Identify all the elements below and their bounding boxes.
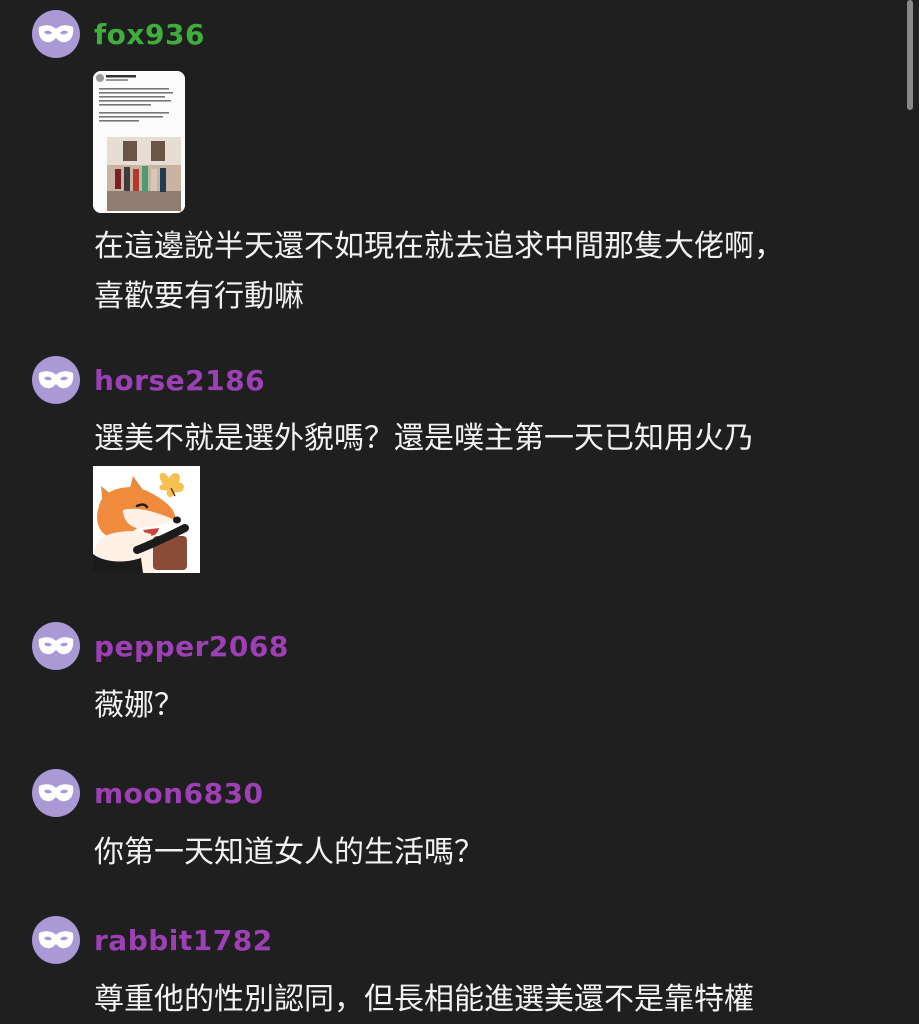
mask-icon [38,637,74,655]
comment-thread: fox936 在這邊說半天還不如現在就去追求中間那隻大佬啊， 喜歡要有行動嘛 h… [0,0,919,1024]
username[interactable]: moon6830 [94,777,264,811]
avatar[interactable] [32,10,80,58]
avatar[interactable] [32,356,80,404]
avatar[interactable] [32,769,80,817]
username[interactable]: fox936 [94,18,205,52]
comment-item: pepper2068 薇娜？ [0,618,900,748]
tweet-screenshot-image [93,71,185,213]
fox-sticker-image [93,466,200,573]
mask-icon [38,371,74,389]
comment-text: 尊重他的性別認同，但長相能進選美還不是靠特權 [94,982,754,1017]
comment-item: moon6830 你第一天知道女人的生活嗎？ [0,765,900,895]
comment-item: rabbit1782 尊重他的性別認同，但長相能進選美還不是靠特權 [0,912,900,1024]
comment-text: 薇娜？ [94,688,184,723]
comment-item: horse2186 選美不就是選外貌嗎？還是噗主第一天已知用火乃 [0,350,900,590]
mask-icon [38,784,74,802]
mask-icon [38,931,74,949]
mask-icon [38,25,74,43]
comment-item: fox936 在這邊說半天還不如現在就去追求中間那隻大佬啊， 喜歡要有行動嘛 [0,0,900,330]
avatar[interactable] [32,916,80,964]
comment-text: 你第一天知道女人的生活嗎？ [94,835,484,870]
fox-sticker[interactable] [93,466,200,573]
username[interactable]: pepper2068 [94,630,289,664]
scrollbar[interactable] [907,0,913,110]
tweet-screenshot-thumbnail[interactable] [93,71,185,213]
username[interactable]: rabbit1782 [94,924,273,958]
comment-text: 在這邊說半天還不如現在就去追求中間那隻大佬啊， 喜歡要有行動嘛 [94,229,784,314]
username[interactable]: horse2186 [94,364,265,398]
avatar[interactable] [32,622,80,670]
comment-text: 選美不就是選外貌嗎？還是噗主第一天已知用火乃 [94,421,754,456]
